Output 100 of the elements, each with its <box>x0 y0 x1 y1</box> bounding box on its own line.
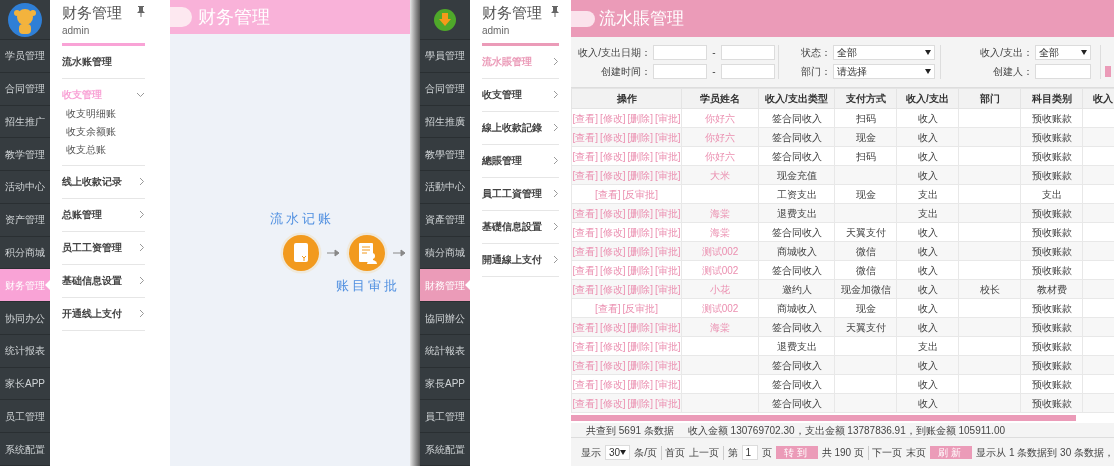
scrollbar-thumb[interactable] <box>571 415 1076 421</box>
select-field[interactable]: 30 <box>605 445 631 460</box>
action-link[interactable]: [查看] <box>572 148 598 164</box>
action-link[interactable]: [修改] <box>599 281 626 297</box>
action-link[interactable]: [删除] <box>627 376 654 392</box>
action-link[interactable]: [删除] <box>627 205 654 221</box>
student-cell[interactable]: 大米 <box>681 165 759 185</box>
action-link[interactable]: [审批] <box>655 395 681 411</box>
action-link[interactable]: [反审批] <box>622 186 659 202</box>
action-link[interactable]: [删除] <box>627 167 654 183</box>
action-link[interactable]: [审批] <box>655 338 681 354</box>
select-field[interactable]: 全部 <box>1035 45 1091 60</box>
next-page-link[interactable]: 下一页 <box>872 445 903 460</box>
action-link[interactable]: [修改] <box>599 148 626 164</box>
action-link[interactable]: [审批] <box>655 167 681 183</box>
submenu-item[interactable]: 收支总账 <box>62 140 145 159</box>
action-link[interactable]: [删除] <box>627 110 654 126</box>
input-field[interactable] <box>721 64 775 79</box>
action-link[interactable]: [修改] <box>599 243 626 259</box>
action-link[interactable]: [查看] <box>572 224 598 240</box>
last-page-link[interactable]: 末页 <box>906 445 927 460</box>
action-link[interactable]: [修改] <box>599 205 626 221</box>
action-link[interactable]: [修改] <box>599 224 626 240</box>
action-link[interactable]: [删除] <box>627 357 654 373</box>
action-link[interactable]: [删除] <box>627 243 654 259</box>
student-cell[interactable]: 测试002 <box>681 298 759 318</box>
action-link[interactable]: [删除] <box>627 224 654 240</box>
menu-item[interactable]: 线上收款记录 <box>62 165 145 198</box>
action-link[interactable]: [查看] <box>572 338 598 354</box>
student-cell[interactable]: 你好六 <box>681 108 759 128</box>
menu-item[interactable]: 总账管理 <box>62 198 145 231</box>
student-cell[interactable]: 小花 <box>681 279 759 299</box>
action-link[interactable]: [查看] <box>572 357 598 373</box>
student-cell[interactable]: 测试002 <box>681 241 759 261</box>
action-link[interactable]: [删除] <box>627 395 654 411</box>
menu-item[interactable]: 员工工资管理 <box>62 231 145 264</box>
action-link[interactable]: [删除] <box>627 281 654 297</box>
action-link[interactable]: [审批] <box>655 129 681 145</box>
student-cell[interactable]: 测试002 <box>681 260 759 280</box>
menu-item[interactable]: 線上收款記錄 <box>482 111 559 144</box>
action-link[interactable]: [查看] <box>572 395 598 411</box>
action-link[interactable]: [审批] <box>655 243 681 259</box>
student-cell[interactable]: 你好六 <box>681 127 759 147</box>
menu-item[interactable]: 總賬管理 <box>482 144 559 177</box>
action-link[interactable]: [查看] <box>594 186 621 202</box>
student-cell[interactable]: 海棠 <box>681 203 759 223</box>
first-page-link[interactable]: 首页 <box>665 445 686 460</box>
action-link[interactable]: [查看] <box>572 281 598 297</box>
pin-icon[interactable] <box>551 6 559 17</box>
select-field[interactable]: 全部 <box>833 45 935 60</box>
student-cell[interactable]: 海棠 <box>681 222 759 242</box>
action-link[interactable]: [查看] <box>572 205 598 221</box>
action-link[interactable]: [审批] <box>655 224 681 240</box>
menu-item[interactable]: 开通线上支付 <box>62 297 145 330</box>
action-link[interactable]: [删除] <box>627 319 654 335</box>
action-link[interactable]: [删除] <box>627 262 654 278</box>
action-link[interactable]: [审批] <box>655 357 681 373</box>
action-link[interactable]: [修改] <box>599 395 626 411</box>
action-link[interactable]: [审批] <box>655 148 681 164</box>
action-link[interactable]: [修改] <box>599 110 626 126</box>
action-link[interactable]: [查看] <box>594 300 621 316</box>
action-link[interactable]: [审批] <box>655 110 681 126</box>
action-link[interactable]: [修改] <box>599 129 626 145</box>
action-link[interactable]: [修改] <box>599 357 626 373</box>
action-link[interactable]: [修改] <box>599 376 626 392</box>
document-person-icon[interactable] <box>346 232 388 274</box>
notebook-icon[interactable] <box>280 232 322 274</box>
action-link[interactable]: [修改] <box>599 319 626 335</box>
action-link[interactable]: [审批] <box>655 205 681 221</box>
go-button[interactable]: 转到 <box>775 446 818 459</box>
input-field[interactable] <box>653 45 707 60</box>
input-field[interactable] <box>653 64 707 79</box>
action-link[interactable]: [查看] <box>572 319 598 335</box>
menu-item[interactable]: 開通線上支付 <box>482 243 559 276</box>
action-link[interactable]: [查看] <box>572 129 598 145</box>
action-link[interactable]: [审批] <box>655 376 681 392</box>
pin-icon[interactable] <box>137 6 145 17</box>
action-link[interactable]: [删除] <box>627 338 654 354</box>
action-link[interactable]: [删除] <box>627 129 654 145</box>
action-button[interactable] <box>1105 65 1111 77</box>
action-link[interactable]: [修改] <box>599 167 626 183</box>
action-link[interactable]: [查看] <box>572 262 598 278</box>
action-link[interactable]: [查看] <box>572 167 598 183</box>
submenu-item[interactable]: 收支余额账 <box>62 122 145 141</box>
menu-item[interactable]: 員工工資管理 <box>482 177 559 210</box>
input-field[interactable] <box>1035 64 1091 79</box>
action-link[interactable]: [查看] <box>572 110 598 126</box>
input-field[interactable] <box>721 45 775 60</box>
menu-item[interactable]: 收支管理 <box>482 78 559 111</box>
action-link[interactable]: [修改] <box>599 262 626 278</box>
submenu-item[interactable]: 收支明细账 <box>62 104 145 123</box>
refresh-button[interactable]: 刷新 <box>930 446 973 459</box>
action-link[interactable]: [修改] <box>599 338 626 354</box>
action-link[interactable]: [反审批] <box>622 300 659 316</box>
student-cell[interactable]: 海棠 <box>681 317 759 337</box>
menu-item[interactable]: 基礎信息設置 <box>482 210 559 243</box>
prev-page-link[interactable]: 上一页 <box>689 445 720 460</box>
action-link[interactable]: [删除] <box>627 148 654 164</box>
menu-item[interactable]: 流水賬管理 <box>482 45 559 78</box>
menu-item[interactable]: 基础信息设置 <box>62 264 145 297</box>
